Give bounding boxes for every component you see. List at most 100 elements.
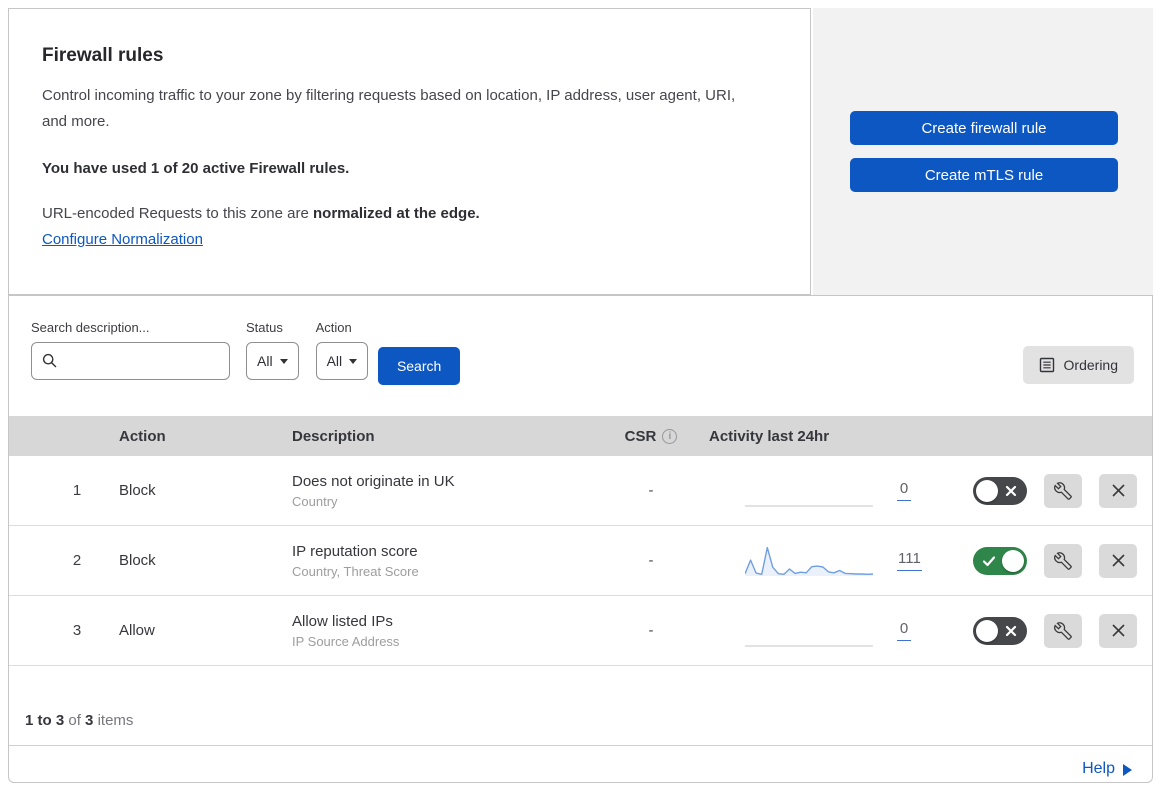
search-input[interactable] bbox=[31, 342, 230, 380]
close-icon bbox=[1111, 484, 1125, 497]
rule-description: IP reputation score bbox=[292, 542, 418, 560]
activity-count-link[interactable]: 0 bbox=[897, 480, 911, 501]
table-row: 2 Block IP reputation score Country, Thr… bbox=[9, 526, 1152, 596]
toggle-knob bbox=[1002, 549, 1024, 572]
top-section: Firewall rules Control incoming traffic … bbox=[8, 8, 1153, 295]
header-description: Description bbox=[292, 427, 375, 445]
action-value: All bbox=[326, 353, 343, 369]
filter-bar: Search description... Status All Action … bbox=[9, 296, 1152, 416]
rule-csr: - bbox=[648, 622, 654, 639]
table-row: 1 Block Does not originate in UK Country… bbox=[9, 456, 1152, 526]
toggle-knob bbox=[976, 619, 998, 642]
status-value: All bbox=[257, 353, 273, 369]
help-link[interactable]: Help bbox=[1082, 760, 1132, 778]
normalization-prefix: URL-encoded Requests to this zone are bbox=[42, 204, 313, 222]
rule-activity-cell: 111 bbox=[709, 543, 973, 579]
intro-card: Firewall rules Control incoming traffic … bbox=[8, 8, 811, 295]
search-group: Search description... bbox=[31, 320, 230, 380]
edit-rule-button[interactable] bbox=[1044, 473, 1082, 508]
toggle-knob bbox=[976, 479, 998, 502]
activity-count-link[interactable]: 111 bbox=[897, 550, 922, 571]
rule-description: Does not originate in UK bbox=[292, 472, 455, 490]
activity-sparkline bbox=[745, 505, 873, 506]
usage-summary: You have used 1 of 20 active Firewall ru… bbox=[42, 159, 350, 177]
rule-description-cell[interactable]: IP reputation score Country, Threat Scor… bbox=[281, 543, 593, 579]
search-button[interactable]: Search bbox=[378, 347, 461, 385]
create-mtls-rule-button[interactable]: Create mTLS rule bbox=[850, 158, 1118, 192]
ordering-button[interactable]: Ordering bbox=[1022, 346, 1134, 384]
wrench-icon bbox=[1054, 621, 1072, 640]
items-text: items bbox=[97, 712, 134, 729]
rule-action: Allow bbox=[119, 622, 155, 639]
page-title: Firewall rules bbox=[42, 45, 164, 66]
header-activity: Activity last 24hr bbox=[709, 427, 830, 445]
ordering-label: Ordering bbox=[1063, 357, 1118, 373]
chevron-down-icon bbox=[349, 358, 358, 364]
header-action: Action bbox=[119, 427, 166, 445]
pagination-summary: 1 to 3 of 3 items bbox=[9, 666, 1152, 745]
rule-action: Block bbox=[119, 552, 156, 569]
activity-count-link[interactable]: 0 bbox=[897, 620, 911, 641]
action-filter-group: Action All bbox=[315, 320, 369, 380]
rule-controls bbox=[973, 473, 1152, 508]
rule-description: Allow listed IPs bbox=[292, 612, 393, 630]
rule-description-cell[interactable]: Does not originate in UK Country bbox=[281, 473, 593, 509]
search-box bbox=[31, 342, 230, 380]
rule-action: Block bbox=[119, 482, 156, 499]
table-body: 1 Block Does not originate in UK Country… bbox=[9, 456, 1152, 666]
rule-fields: Country bbox=[292, 493, 338, 509]
configure-normalization-link[interactable]: Configure Normalization bbox=[42, 231, 203, 248]
firewall-rules-page: Firewall rules Control incoming traffic … bbox=[8, 8, 1153, 783]
delete-rule-button[interactable] bbox=[1099, 473, 1137, 508]
close-icon bbox=[1111, 624, 1125, 637]
rule-description-cell[interactable]: Allow listed IPs IP Source Address bbox=[281, 613, 593, 649]
edit-rule-button[interactable] bbox=[1044, 543, 1082, 578]
range-text: 1 to 3 bbox=[25, 712, 65, 729]
rule-controls bbox=[973, 543, 1152, 578]
header-csr: CSR i bbox=[593, 428, 709, 445]
arrow-right-icon bbox=[1123, 763, 1132, 776]
rule-priority: 1 bbox=[72, 482, 82, 499]
rules-list-card: Search description... Status All Action … bbox=[8, 295, 1153, 783]
edit-rule-button[interactable] bbox=[1044, 613, 1082, 648]
table-row: 3 Allow Allow listed IPs IP Source Addre… bbox=[9, 596, 1152, 666]
wrench-icon bbox=[1054, 481, 1072, 500]
info-icon[interactable]: i bbox=[662, 428, 678, 444]
help-label: Help bbox=[1082, 759, 1115, 777]
search-icon bbox=[42, 353, 57, 368]
wrench-icon bbox=[1054, 551, 1072, 570]
cross-icon bbox=[1005, 485, 1017, 496]
enable-toggle[interactable] bbox=[973, 546, 1027, 575]
rule-activity-cell: 0 bbox=[709, 473, 973, 509]
search-button-group: Search bbox=[378, 320, 461, 385]
rule-fields: Country, Threat Score bbox=[292, 563, 419, 579]
search-label: Search description... bbox=[31, 320, 150, 335]
delete-rule-button[interactable] bbox=[1099, 543, 1137, 578]
rule-priority: 3 bbox=[72, 622, 82, 639]
activity-sparkline bbox=[745, 546, 873, 576]
ordering-list-icon bbox=[1039, 357, 1054, 373]
chevron-down-icon bbox=[279, 358, 288, 364]
delete-rule-button[interactable] bbox=[1099, 613, 1137, 648]
enable-toggle[interactable] bbox=[973, 476, 1027, 505]
create-firewall-rule-button[interactable]: Create firewall rule bbox=[850, 111, 1118, 145]
rule-controls bbox=[973, 613, 1152, 648]
rule-csr: - bbox=[648, 482, 654, 499]
activity-sparkline bbox=[745, 645, 873, 646]
total-text: 3 bbox=[85, 712, 94, 729]
help-row: Help bbox=[9, 745, 1152, 782]
rule-activity-cell: 0 bbox=[709, 613, 973, 649]
check-icon bbox=[982, 555, 996, 566]
actions-panel: Create firewall rule Create mTLS rule bbox=[813, 8, 1153, 295]
rule-fields: IP Source Address bbox=[292, 633, 400, 649]
cross-icon bbox=[1005, 625, 1017, 636]
page-description: Control incoming traffic to your zone by… bbox=[42, 87, 736, 131]
status-label: Status bbox=[246, 320, 283, 335]
of-text: of bbox=[68, 712, 81, 729]
enable-toggle[interactable] bbox=[973, 616, 1027, 645]
action-select[interactable]: All bbox=[315, 342, 369, 380]
action-label: Action bbox=[315, 320, 352, 335]
status-select[interactable]: All bbox=[246, 342, 299, 380]
close-icon bbox=[1111, 554, 1125, 567]
normalization-bold: normalized at the edge. bbox=[313, 204, 480, 222]
